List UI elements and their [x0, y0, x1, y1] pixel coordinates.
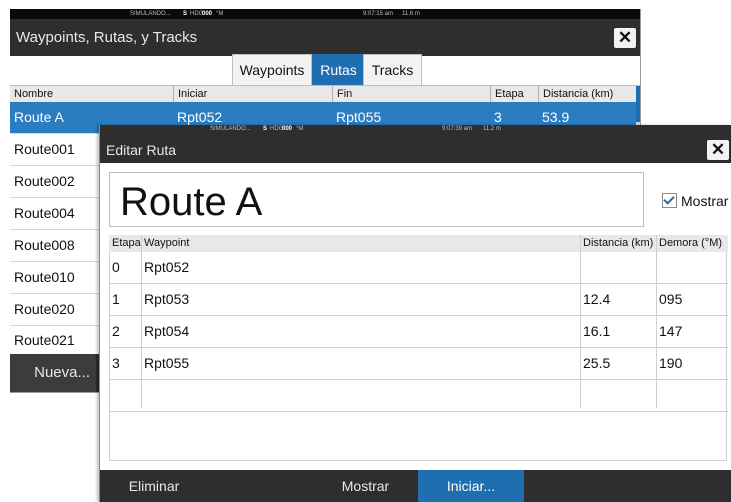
- status-bar: SIMULANDO... S HDG 000 °M 9:07:39 am 11.…: [100, 125, 731, 135]
- column-header-name[interactable]: Nombre: [10, 86, 53, 102]
- sim-mode-text: SIMULANDO...: [210, 126, 251, 132]
- leg-bearing: 190: [659, 355, 683, 371]
- leg-number: 3: [112, 355, 120, 371]
- routes-table-header: Nombre Iniciar Fin Etapa Distancia (km): [10, 86, 636, 102]
- scrollbar-thumb[interactable]: [636, 86, 640, 122]
- route-name: Route021: [14, 332, 75, 348]
- close-icon: ✕: [617, 28, 633, 47]
- checkmark-icon: [662, 193, 677, 208]
- new-route-button[interactable]: Nueva...: [10, 354, 96, 392]
- tab-tracks[interactable]: Tracks: [363, 54, 422, 86]
- route-name: Route004: [14, 205, 75, 221]
- status-distance: 11.6 m: [402, 11, 420, 17]
- close-button[interactable]: ✕: [707, 140, 729, 160]
- window-title-bar: Waypoints, Rutas, y Tracks ✕: [10, 19, 640, 56]
- show-button[interactable]: Mostrar: [313, 470, 418, 502]
- leg-waypoint: Rpt054: [144, 323, 190, 339]
- hdg-prefix: S: [183, 11, 188, 17]
- column-header-leg: Etapa: [112, 237, 141, 249]
- column-header-waypoint: Waypoint: [144, 237, 190, 249]
- column-divider: [580, 235, 581, 408]
- show-checkbox-label: Mostrar: [681, 193, 729, 209]
- route-name: Route001: [14, 141, 75, 157]
- leg-number: 1: [112, 291, 120, 307]
- window-title: Waypoints, Rutas, y Tracks: [16, 29, 198, 46]
- start-button[interactable]: Iniciar...: [418, 470, 524, 502]
- leg-number: 2: [112, 323, 120, 339]
- column-header-distance[interactable]: Distancia (km): [538, 86, 613, 102]
- column-header-distance: Distancia (km): [583, 237, 654, 249]
- hdg-unit: °M: [296, 126, 304, 132]
- route-name: Route010: [14, 269, 75, 285]
- tab-label: Waypoints: [239, 62, 305, 78]
- route-name: Route A: [14, 109, 64, 125]
- table-row[interactable]: 0 Rpt052: [109, 252, 728, 284]
- leg-number: 0: [112, 259, 120, 275]
- leg-waypoint: Rpt053: [144, 291, 190, 307]
- table-row[interactable]: 2 Rpt054 16.1 147: [109, 316, 728, 348]
- tab-routes[interactable]: Rutas: [312, 54, 365, 87]
- leg-distance: 12.4: [583, 291, 611, 307]
- leg-waypoint: Rpt052: [144, 259, 190, 275]
- tab-bar: Waypoints Rutas Tracks: [10, 54, 640, 87]
- close-icon: ✕: [710, 140, 726, 159]
- column-header-bearing: Demora (°M): [659, 237, 723, 249]
- hdg-value: 000: [282, 126, 293, 132]
- tab-waypoints[interactable]: Waypoints: [232, 54, 312, 86]
- leg-distance: 16.1: [583, 323, 611, 339]
- leg-bearing: 095: [659, 291, 683, 307]
- dialog-title-bar: SIMULANDO... S HDG 000 °M 9:07:39 am 11.…: [100, 125, 731, 163]
- close-button[interactable]: ✕: [614, 28, 636, 48]
- leg-distance: 25.5: [583, 355, 611, 371]
- route-name: Route002: [14, 173, 75, 189]
- legs-table-header: Etapa Waypoint Distancia (km) Demora (°M…: [109, 235, 728, 252]
- sim-mode-text: SIMULANDO...: [130, 11, 171, 17]
- dialog-toolbar: Eliminar Mostrar Iniciar...: [100, 470, 731, 502]
- route-name: Route020: [14, 301, 75, 317]
- edit-route-dialog: SIMULANDO... S HDG 000 °M 9:07:39 am 11.…: [99, 125, 731, 502]
- column-header-legs[interactable]: Etapa: [490, 86, 524, 102]
- status-time: 9:07:39 am: [442, 126, 473, 132]
- hdg-value: 000: [202, 11, 213, 17]
- column-header-start[interactable]: Iniciar: [173, 86, 207, 102]
- status-distance: 11.2 m: [483, 126, 501, 132]
- table-row[interactable]: [109, 380, 728, 412]
- route-name-field[interactable]: Route A: [109, 172, 644, 227]
- leg-bearing: 147: [659, 323, 683, 339]
- hdg-prefix: S: [263, 126, 268, 132]
- route-name: Route008: [14, 237, 75, 253]
- legs-table: Etapa Waypoint Distancia (km) Demora (°M…: [109, 235, 728, 412]
- status-time: 9:07:15 am: [363, 11, 394, 17]
- delete-button[interactable]: Eliminar: [100, 470, 208, 502]
- hdg-unit: °M: [216, 11, 224, 17]
- status-bar: SIMULANDO... S HDG 000 °M 9:07:15 am 11.…: [10, 9, 640, 19]
- column-divider: [141, 235, 142, 408]
- dialog-title: Editar Ruta: [106, 142, 177, 158]
- column-header-end[interactable]: Fin: [332, 86, 352, 102]
- column-divider: [656, 235, 657, 408]
- leg-waypoint: Rpt055: [144, 355, 190, 371]
- tab-label: Tracks: [371, 62, 414, 78]
- table-row[interactable]: 3 Rpt055 25.5 190: [109, 348, 728, 380]
- tab-label: Rutas: [320, 62, 357, 78]
- show-checkbox[interactable]: Mostrar: [662, 191, 728, 211]
- table-row[interactable]: 1 Rpt053 12.4 095: [109, 284, 728, 316]
